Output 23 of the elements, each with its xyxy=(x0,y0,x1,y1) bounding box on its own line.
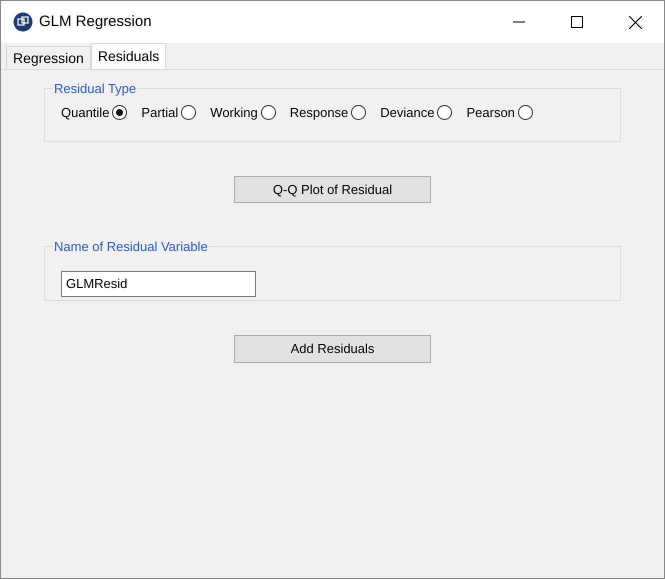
group-title: Name of Residual Variable xyxy=(53,238,209,256)
radio-option[interactable]: Response xyxy=(290,102,366,122)
radio-option[interactable]: Working xyxy=(210,102,276,122)
radio-button[interactable] xyxy=(351,104,366,120)
radio-button[interactable] xyxy=(112,104,128,120)
radio-button[interactable] xyxy=(260,104,276,120)
maximize-icon xyxy=(571,16,583,28)
radio-option[interactable]: Pearson xyxy=(466,102,533,122)
radio-option[interactable]: Deviance xyxy=(380,102,452,122)
tab[interactable]: Regression xyxy=(6,46,91,69)
close-icon xyxy=(628,16,642,28)
tab[interactable]: Residuals xyxy=(90,43,166,69)
radio-button[interactable] xyxy=(181,104,196,120)
app-logo-icon xyxy=(13,12,33,32)
radio-option[interactable]: Quantile xyxy=(61,102,128,122)
qq-plot-button[interactable]: Q-Q Plot of Residual xyxy=(234,176,431,203)
radio-button[interactable] xyxy=(437,104,452,120)
window-title: GLM Regression xyxy=(39,12,152,32)
radio-button[interactable] xyxy=(518,104,533,120)
add-residuals-button[interactable]: Add Residuals xyxy=(234,335,431,363)
input-field[interactable]: GLMResid xyxy=(61,270,256,296)
group-title: Residual Type xyxy=(53,80,138,98)
radio-option[interactable]: Partial xyxy=(141,102,196,122)
